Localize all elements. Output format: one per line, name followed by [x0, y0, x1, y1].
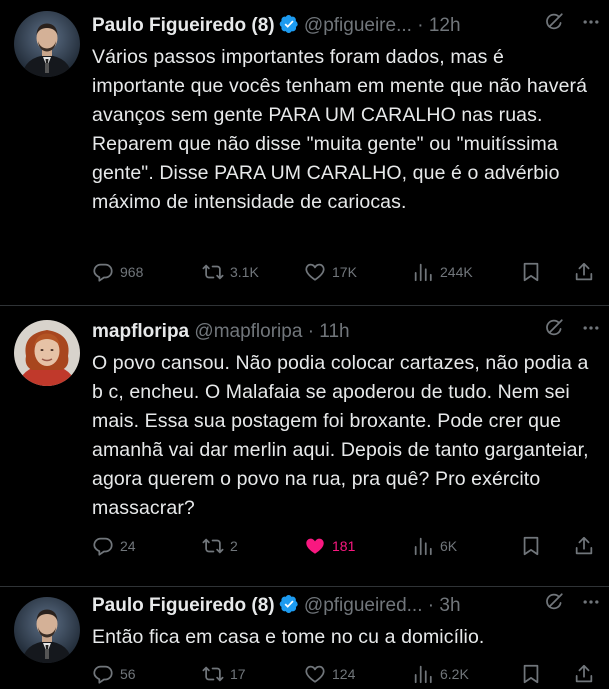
grok-icon[interactable] [543, 591, 565, 613]
separator-dot: · [427, 595, 435, 616]
share-icon [573, 663, 595, 685]
more-icon[interactable] [581, 592, 601, 612]
reply-button[interactable]: 56 [92, 663, 136, 685]
retweet-button[interactable]: 17 [202, 663, 246, 685]
verified-badge-icon [279, 594, 299, 614]
author-handle[interactable]: @mapfloripa [194, 321, 302, 342]
more-icon[interactable] [581, 12, 601, 32]
bookmark-button[interactable] [520, 261, 542, 283]
reply-button[interactable]: 968 [92, 261, 143, 283]
timestamp[interactable]: 12h [429, 15, 461, 36]
views-count: 244K [440, 264, 473, 280]
share-button[interactable] [573, 663, 595, 685]
reply-count: 968 [120, 264, 144, 280]
like-button[interactable]: 181 [304, 535, 355, 557]
reply-button[interactable]: 24 [92, 535, 136, 557]
share-icon [573, 535, 595, 557]
retweet-count: 3.1K [230, 264, 259, 280]
share-icon [573, 261, 595, 283]
like-button[interactable]: 124 [304, 663, 355, 685]
views-icon [412, 261, 434, 283]
tweet-text: Vários passos importantes foram dados, m… [92, 46, 588, 213]
reply-icon [92, 261, 114, 283]
like-count: 17K [332, 264, 357, 280]
like-button[interactable]: 17K [304, 261, 357, 283]
retweet-button[interactable]: 2 [202, 535, 238, 557]
like-filled-icon [304, 535, 326, 557]
retweet-icon [202, 261, 224, 283]
more-icon[interactable] [581, 318, 601, 338]
like-icon [304, 663, 326, 685]
reply-icon [92, 663, 114, 685]
grok-icon[interactable] [543, 317, 565, 339]
bookmark-icon [520, 535, 542, 557]
retweet-button[interactable]: 3.1K [202, 261, 259, 283]
views-count: 6K [440, 538, 458, 554]
views-icon [412, 663, 434, 685]
avatar[interactable] [14, 320, 80, 386]
grok-icon[interactable] [543, 11, 565, 33]
retweet-icon [202, 535, 224, 557]
bookmark-icon [520, 261, 542, 283]
avatar[interactable] [14, 11, 80, 77]
timestamp[interactable]: 11h [319, 321, 349, 342]
bookmark-button[interactable] [520, 535, 542, 557]
timestamp[interactable]: 3h [439, 595, 460, 616]
bookmark-button[interactable] [520, 663, 542, 685]
tweet-text: O povo cansou. Não podia colocar cartaze… [92, 352, 589, 519]
share-button[interactable] [573, 535, 595, 557]
author-name[interactable]: Paulo Figueiredo (8) [92, 15, 275, 36]
tweet-text: Então fica em casa e tome no cu a domicí… [92, 626, 485, 648]
share-button[interactable] [573, 261, 595, 283]
views-button[interactable]: 244K [412, 261, 473, 283]
reply-count: 24 [120, 538, 136, 554]
views-icon [412, 535, 434, 557]
author-name[interactable]: mapfloripa [92, 321, 189, 342]
author-handle[interactable]: @pfigueire... [304, 15, 412, 36]
like-count: 181 [332, 538, 356, 554]
like-icon [304, 261, 326, 283]
tweet[interactable]: mapfloripa @mapfloripa · 11h O povo cans… [0, 306, 609, 587]
author-name[interactable]: Paulo Figueiredo (8) [92, 595, 275, 616]
verified-badge-icon [279, 14, 299, 34]
tweet[interactable]: Paulo Figueiredo (8) @pfigueired... · 3h… [0, 587, 609, 680]
separator-dot: · [307, 321, 315, 342]
separator-dot: · [417, 15, 424, 36]
author-handle[interactable]: @pfigueired... [304, 595, 423, 616]
tweet[interactable]: Paulo Figueiredo (8) @pfigueire... · 12h… [0, 0, 609, 306]
retweet-count: 2 [230, 538, 238, 554]
reply-icon [92, 535, 114, 557]
views-button[interactable]: 6.2K [412, 663, 469, 685]
avatar[interactable] [14, 597, 80, 663]
views-button[interactable]: 6K [412, 535, 457, 557]
bookmark-icon [520, 663, 542, 685]
retweet-icon [202, 663, 224, 685]
